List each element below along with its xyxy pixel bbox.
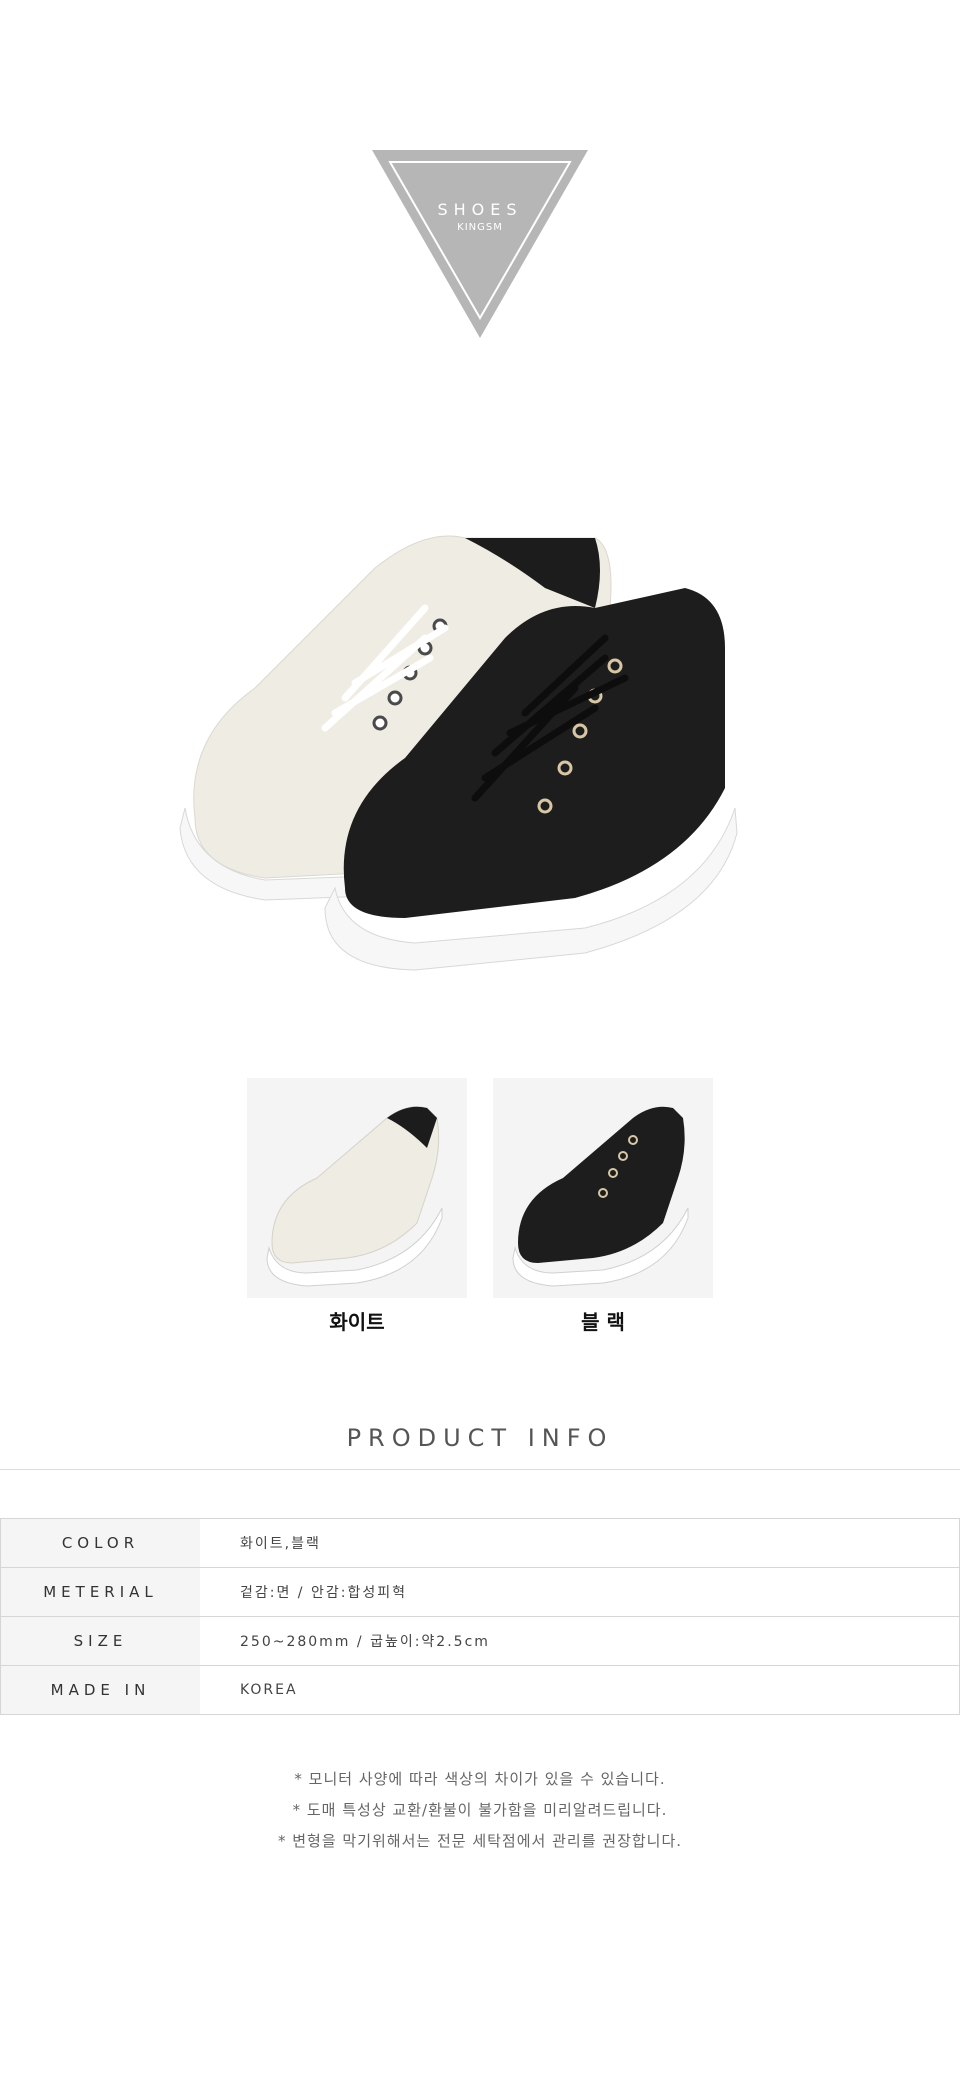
brand-title: SHOES (437, 200, 523, 219)
info-row-label: MADE IN (0, 1666, 200, 1714)
info-row-label: COLOR (0, 1519, 200, 1567)
info-row-value: KOREA (240, 1682, 298, 1698)
white-variant-thumbnail[interactable] (247, 1078, 467, 1298)
info-row-label: METERIAL (0, 1568, 200, 1616)
notice-item: * 모니터 사양에 따라 색상의 차이가 있을 수 있습니다. (294, 1770, 666, 1788)
info-row-made-in: MADE IN KOREA (0, 1666, 959, 1715)
product-info-title: PRODUCT INFO (346, 1424, 614, 1452)
info-row-label: SIZE (0, 1617, 200, 1665)
white-variant-label: 화이트 (329, 1310, 385, 1334)
info-row-value: 250~280mm / 굽높이:약2.5cm (240, 1634, 490, 1650)
info-row-value: 겉감:면 / 안감:합성피혁 (240, 1585, 407, 1601)
info-row-color: COLOR 화이트,블랙 (0, 1519, 959, 1568)
info-row-size: SIZE 250~280mm / 굽높이:약2.5cm (0, 1617, 959, 1666)
black-variant-thumbnail[interactable] (493, 1078, 713, 1298)
info-row-value: 화이트,블랙 (240, 1536, 321, 1552)
notice-item: * 도매 특성상 교환/환불이 불가함을 미리알려드립니다. (292, 1801, 668, 1819)
main-product-photo (125, 488, 815, 980)
notice-list: * 모니터 사양에 따라 색상의 차이가 있을 수 있습니다. * 도매 특성상… (0, 1764, 960, 1857)
product-info-divider (0, 1469, 960, 1470)
black-variant-label: 블 랙 (581, 1310, 625, 1334)
notice-item: * 변형을 막기위해서는 전문 세탁점에서 관리를 권장합니다. (277, 1832, 683, 1850)
brand-subtitle: KINGSM (457, 222, 503, 233)
brand-logo-triangle (372, 150, 588, 338)
product-info-table: COLOR 화이트,블랙 METERIAL 겉감:면 / 안감:합성피혁 SIZ… (0, 1518, 960, 1715)
info-row-material: METERIAL 겉감:면 / 안감:합성피혁 (0, 1568, 959, 1617)
